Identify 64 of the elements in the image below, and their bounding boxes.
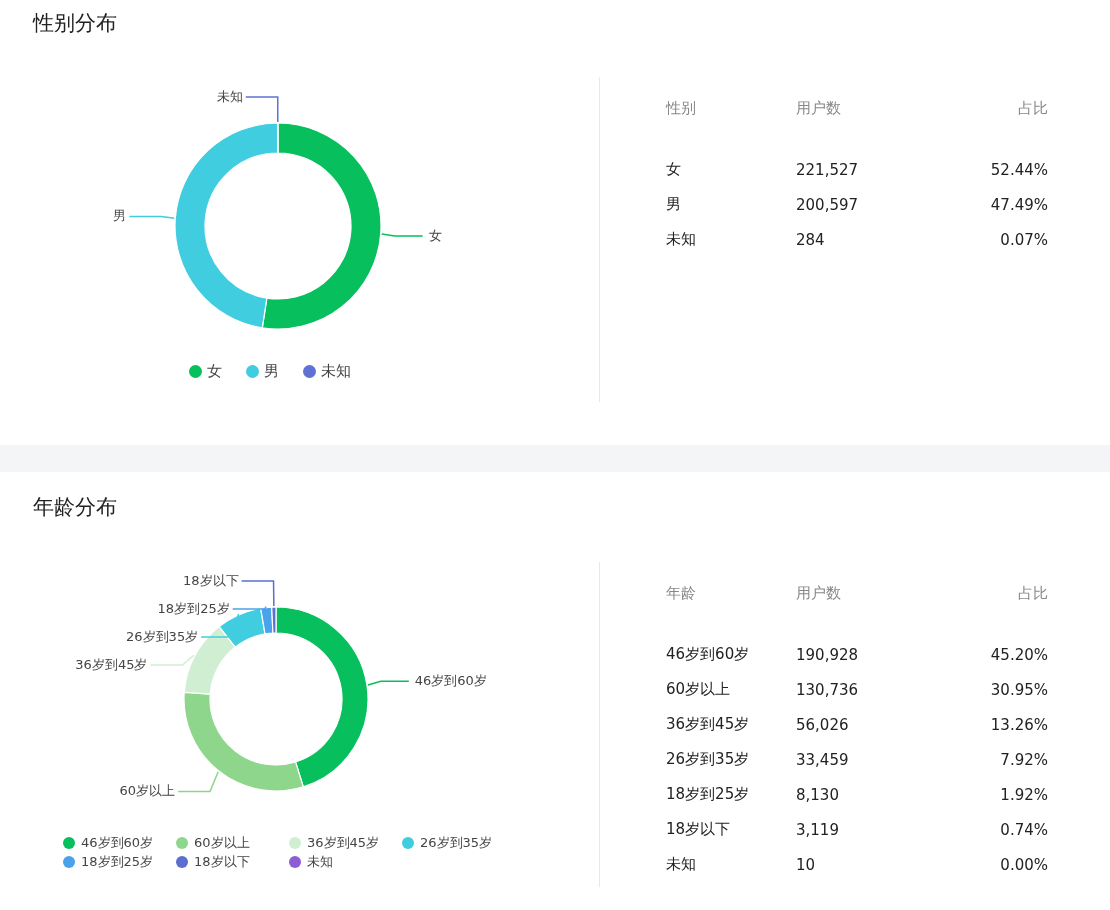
- table-cell-text: 284: [796, 230, 826, 249]
- leader-line: [149, 654, 195, 666]
- legend-item[interactable]: 26岁到35岁: [402, 834, 515, 852]
- slice-label: 男: [113, 208, 127, 224]
- table-cell-text: 221,527: [796, 160, 860, 179]
- leader-line: [128, 215, 176, 219]
- table-cell-text: 130,736: [796, 680, 860, 699]
- column-header: 用户数: [796, 584, 842, 603]
- table-cell-text: 56,026: [796, 715, 850, 734]
- leader-line: [200, 613, 240, 638]
- slice-label: 女: [428, 227, 442, 243]
- table-cell-text: 10: [796, 855, 817, 874]
- table-cell-text: 52.44%: [989, 160, 1048, 179]
- column-header: 占比: [1017, 584, 1048, 603]
- slice-label: 60岁以上: [119, 783, 176, 799]
- table-cell-text: 190,928: [796, 645, 860, 664]
- table-cell-text: 36岁到45岁: [666, 715, 751, 734]
- slice-label: 26岁到35岁: [126, 629, 199, 645]
- legend-item[interactable]: 18岁到25岁: [63, 853, 176, 871]
- table-cell-text: 男: [666, 195, 682, 214]
- leader-line: [177, 771, 219, 793]
- leader-line: [367, 680, 410, 686]
- leader-line: [380, 233, 424, 237]
- table-cell-text: 18岁以下: [666, 820, 732, 839]
- legend-item[interactable]: 未知: [302, 362, 351, 381]
- legend-item[interactable]: 46岁到60岁: [63, 834, 176, 852]
- column-header: 性别: [666, 99, 697, 118]
- table-cell-text: 3,119: [796, 820, 840, 839]
- table-cell-text: 33,459: [796, 750, 850, 769]
- table-cell-text: 30.95%: [989, 680, 1048, 699]
- column-header: 年龄: [666, 584, 697, 603]
- column-header: 用户数: [796, 99, 842, 118]
- table-cell-text: 18岁到25岁: [666, 785, 751, 804]
- table-cell-text: 1.92%: [999, 785, 1048, 804]
- leader-line: [245, 96, 279, 123]
- legend-item[interactable]: 女: [188, 362, 222, 381]
- table-cell-text: 0.07%: [999, 230, 1048, 249]
- section-title: 性别分布: [31, 10, 118, 37]
- column-header: 占比: [1017, 99, 1048, 118]
- table-cell-text: 8,130: [796, 785, 840, 804]
- table-cell-text: 26岁到35岁: [666, 750, 751, 769]
- table-cell-text: 46岁到60岁: [666, 645, 751, 664]
- legend-item[interactable]: 男: [245, 362, 279, 381]
- table-cell-text: 女: [666, 160, 682, 179]
- slice-label: 46岁到60岁: [414, 673, 487, 689]
- table-cell-text: 0.00%: [999, 855, 1048, 874]
- legend-item[interactable]: 未知: [289, 853, 402, 871]
- table-cell-text: 45.20%: [989, 645, 1048, 664]
- table-cell-text: 13.26%: [989, 715, 1048, 734]
- legend-item[interactable]: 18岁以下: [176, 853, 289, 871]
- legend-item[interactable]: 60岁以上: [176, 834, 289, 852]
- table-cell-text: 7.92%: [999, 750, 1048, 769]
- table-cell-text: 0.74%: [999, 820, 1048, 839]
- slice-label: 未知: [216, 89, 243, 104]
- table-cell-text: 47.49%: [989, 195, 1048, 214]
- table-cell-text: 未知: [666, 855, 697, 874]
- legend-item[interactable]: 36岁到45岁: [289, 834, 402, 852]
- slice-label: 36岁到45岁: [75, 657, 148, 673]
- section-title: 年龄分布: [32, 494, 118, 521]
- slice-label: 18岁到25岁: [157, 601, 230, 617]
- slice-label: 18岁以下: [183, 573, 239, 589]
- table-cell-text: 200,597: [796, 195, 860, 214]
- table-cell-text: 60岁以上: [666, 680, 732, 699]
- table-cell-text: 未知: [666, 230, 697, 249]
